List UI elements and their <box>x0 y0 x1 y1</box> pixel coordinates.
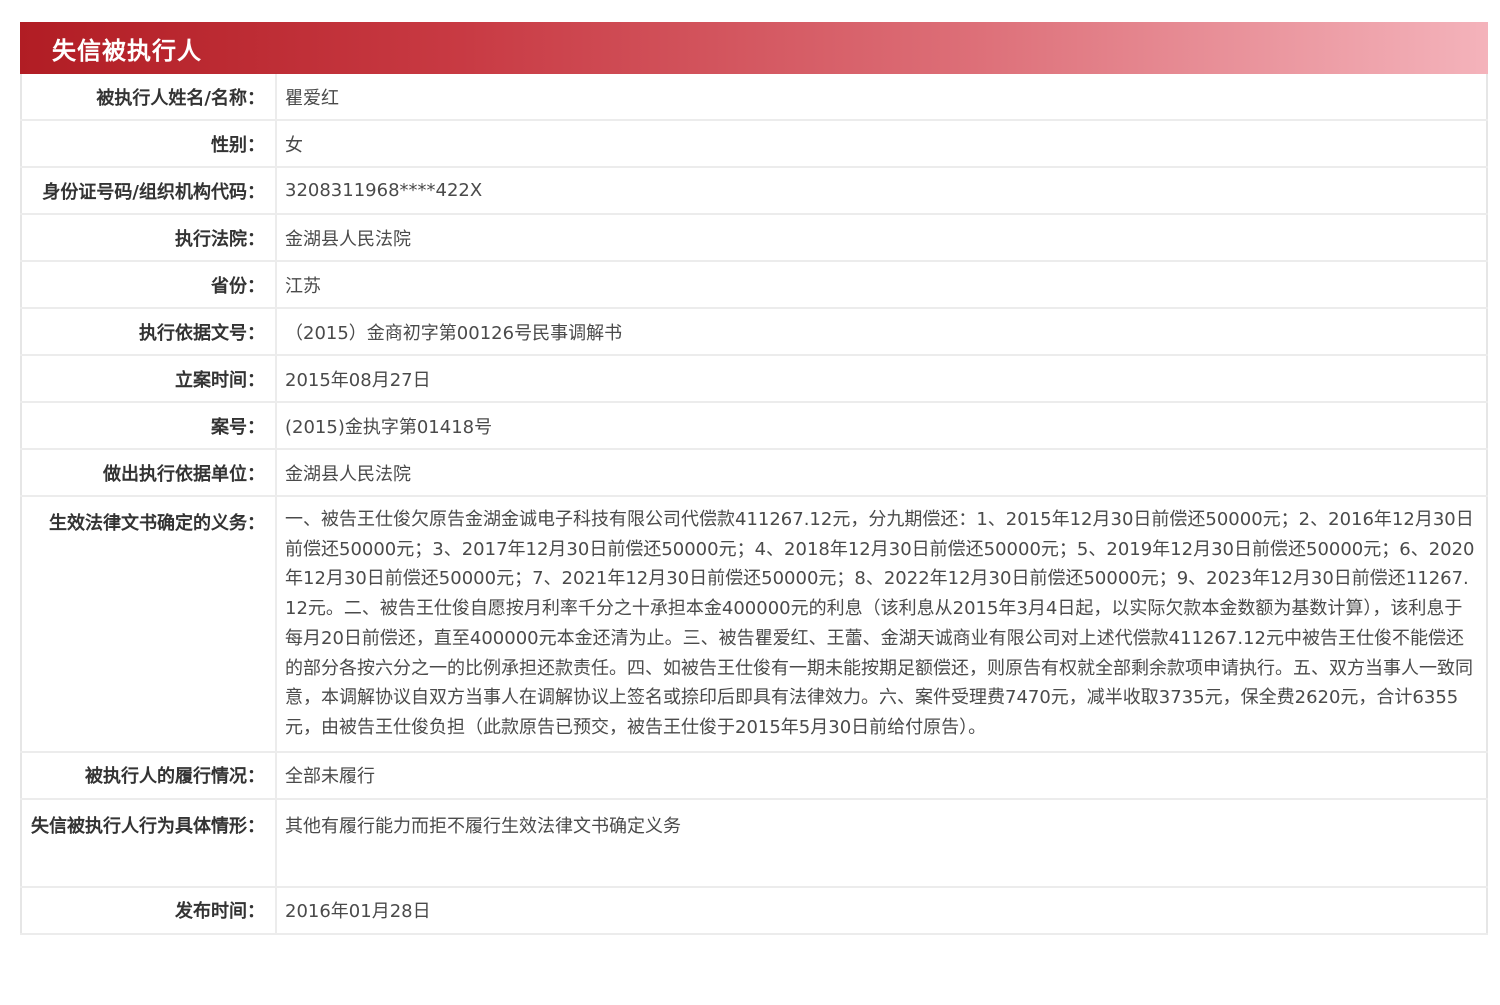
field-value-dishonest-behavior: 其他有履行能力而拒不履行生效法律文书确定义务 <box>276 798 1487 888</box>
field-value-issuing-unit: 金湖县人民法院 <box>276 449 1487 497</box>
row-basis-document: 执行依据文号： （2015）金商初字第00126号民事调解书 <box>21 308 1487 356</box>
row-filing-date: 立案时间： 2015年08月27日 <box>21 355 1487 403</box>
field-value-filing-date: 2015年08月27日 <box>276 355 1487 403</box>
dishonest-debtor-panel: 失信被执行人 被执行人姓名/名称： 瞿爱红 性别： 女 身份证号码/组织机构代码… <box>20 22 1488 935</box>
field-label: 失信被执行人行为具体情形： <box>21 798 277 888</box>
panel-title: 失信被执行人 <box>52 36 202 65</box>
row-publish-date: 发布时间： 2016年01月28日 <box>21 886 1487 935</box>
field-label: 发布时间： <box>21 886 277 935</box>
field-value-court: 金湖县人民法院 <box>276 214 1487 262</box>
field-label: 被执行人姓名/名称： <box>21 74 277 121</box>
field-label: 性别： <box>21 120 277 168</box>
field-label: 做出执行依据单位： <box>21 449 277 497</box>
field-value-publish-date: 2016年01月28日 <box>276 886 1487 935</box>
field-label: 身份证号码/组织机构代码： <box>21 167 277 215</box>
debtor-info-table: 被执行人姓名/名称： 瞿爱红 性别： 女 身份证号码/组织机构代码： 32083… <box>20 74 1488 935</box>
field-label: 执行依据文号： <box>21 308 277 356</box>
panel-header: 失信被执行人 <box>20 22 1488 74</box>
field-value-obligations: 一、被告王仕俊欠原告金湖金诚电子科技有限公司代偿款411267.12元，分九期偿… <box>276 496 1487 753</box>
row-court: 执行法院： 金湖县人民法院 <box>21 214 1487 262</box>
field-value-performance: 全部未履行 <box>276 751 1487 800</box>
field-value-province: 江苏 <box>276 261 1487 309</box>
row-gender: 性别： 女 <box>21 120 1487 168</box>
field-value-id-number: 3208311968****422X <box>276 167 1487 215</box>
field-label: 生效法律文书确定的义务： <box>21 496 277 753</box>
row-issuing-unit: 做出执行依据单位： 金湖县人民法院 <box>21 449 1487 497</box>
row-case-number: 案号： (2015)金执字第01418号 <box>21 402 1487 450</box>
row-obligations: 生效法律文书确定的义务： 一、被告王仕俊欠原告金湖金诚电子科技有限公司代偿款41… <box>21 496 1487 753</box>
field-value-name: 瞿爱红 <box>276 74 1487 121</box>
field-value-basis-document: （2015）金商初字第00126号民事调解书 <box>276 308 1487 356</box>
field-label: 立案时间： <box>21 355 277 403</box>
row-dishonest-behavior: 失信被执行人行为具体情形： 其他有履行能力而拒不履行生效法律文书确定义务 <box>21 798 1487 888</box>
row-id-number: 身份证号码/组织机构代码： 3208311968****422X <box>21 167 1487 215</box>
field-value-case-number: (2015)金执字第01418号 <box>276 402 1487 450</box>
field-label: 案号： <box>21 402 277 450</box>
row-province: 省份： 江苏 <box>21 261 1487 309</box>
row-performance: 被执行人的履行情况： 全部未履行 <box>21 751 1487 800</box>
row-name: 被执行人姓名/名称： 瞿爱红 <box>21 74 1487 121</box>
field-label: 执行法院： <box>21 214 277 262</box>
field-value-gender: 女 <box>276 120 1487 168</box>
field-label: 省份： <box>21 261 277 309</box>
field-label: 被执行人的履行情况： <box>21 751 277 800</box>
